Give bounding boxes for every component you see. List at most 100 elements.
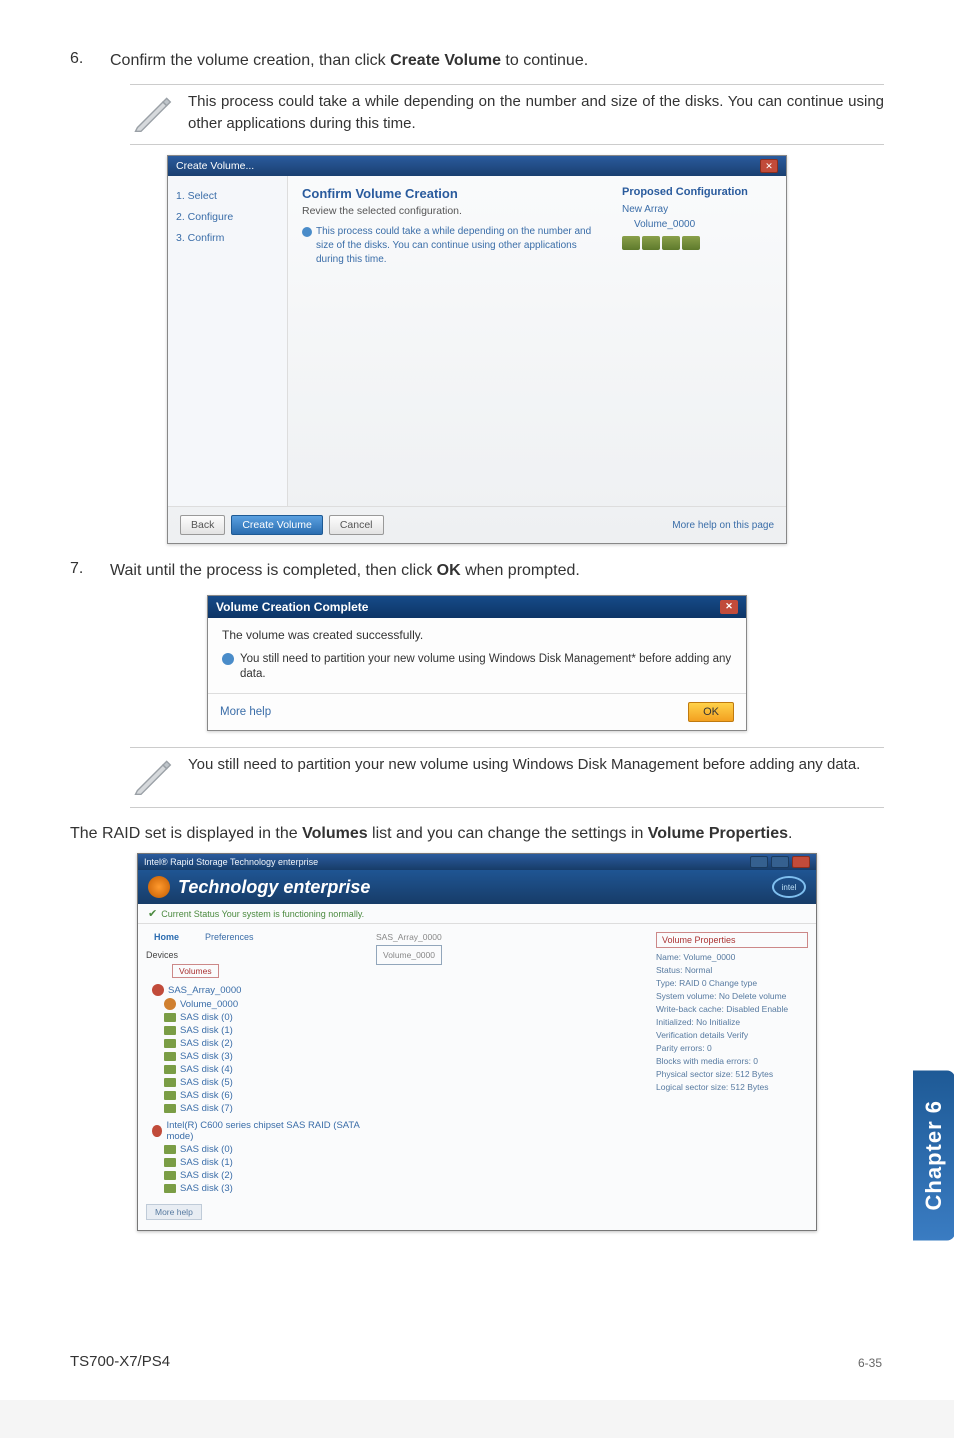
vp-row: System volume: No Delete volume (656, 991, 808, 1002)
tree-disk[interactable]: SAS disk (1) (164, 1025, 360, 1036)
array-label: SAS_Array_0000 (168, 985, 241, 996)
dlg2-msg1: The volume was created successfully. (222, 628, 732, 642)
note2-text: You still need to partition your new vol… (188, 754, 884, 776)
dlg2-titlebar: Volume Creation Complete ✕ (208, 596, 746, 618)
disk-icon (164, 1158, 176, 1167)
tree-array[interactable]: SAS_Array_0000 (152, 984, 360, 996)
close-icon[interactable]: ✕ (720, 600, 738, 614)
center-array-row: SAS_Array_0000 (376, 932, 640, 942)
tree-disk[interactable]: SAS disk (3) (164, 1051, 360, 1062)
dlg1-title-text: Create Volume... (176, 160, 254, 172)
vp-row: Write-back cache: Disabled Enable (656, 1004, 808, 1015)
close-icon[interactable] (792, 856, 810, 868)
dlg1-proposed-panel: Proposed Configuration New Array Volume_… (622, 186, 772, 250)
dlg1-info: This process could take a while dependin… (302, 225, 592, 267)
dlg2-body: The volume was created successfully. You… (208, 618, 746, 693)
volume-label: Volume_0000 (180, 999, 238, 1010)
close-icon[interactable]: ✕ (760, 159, 778, 173)
note-block-2: You still need to partition your new vol… (130, 747, 884, 808)
disk-label: SAS disk (2) (180, 1170, 233, 1181)
dlg3-right-panel: Volume Properties Name: Volume_0000 Stat… (648, 924, 816, 1230)
wizard-step-configure: 2. Configure (176, 207, 279, 228)
vp-row: Verification details Verify (656, 1030, 808, 1041)
disk-icon (164, 1145, 176, 1154)
step-7: 7. Wait until the process is completed, … (70, 560, 884, 582)
array-icon (152, 984, 164, 996)
dlg3-titlebar: Intel® Rapid Storage Technology enterpri… (138, 854, 816, 870)
disk-icon (164, 1052, 176, 1061)
tree-disk[interactable]: SAS disk (2) (164, 1038, 360, 1049)
screenshot-rst-main: Intel® Rapid Storage Technology enterpri… (70, 853, 884, 1231)
center-volume-pane: Volume_0000 (376, 945, 442, 965)
tab-home[interactable]: Home (146, 930, 187, 944)
disk-icon (682, 236, 700, 250)
tree-disk[interactable]: SAS disk (7) (164, 1103, 360, 1114)
para-t1: The RAID set is displayed in the (70, 825, 302, 842)
cancel-button[interactable]: Cancel (329, 515, 384, 535)
tree-volume[interactable]: Volume_0000 (164, 998, 360, 1010)
step7-text-after: when prompted. (461, 562, 580, 579)
logo-icon (148, 876, 170, 898)
tree-disk[interactable]: SAS disk (3) (164, 1183, 360, 1194)
dlg3-banner: Technology enterprise intel (138, 870, 816, 904)
disk-icon (164, 1026, 176, 1035)
disk-label: SAS disk (3) (180, 1051, 233, 1062)
raid-paragraph: The RAID set is displayed in the Volumes… (70, 822, 884, 845)
dlg3-title-text: Intel® Rapid Storage Technology enterpri… (144, 857, 318, 867)
disk-icon (164, 1184, 176, 1193)
step6-number: 6. (70, 50, 110, 68)
tree-disk[interactable]: SAS disk (6) (164, 1090, 360, 1101)
dlg1-footer: Back Create Volume Cancel More help on t… (168, 506, 786, 543)
step7-number: 7. (70, 560, 110, 578)
tree-controller[interactable]: Intel(R) C600 series chipset SAS RAID (S… (152, 1120, 360, 1142)
chapter-tab: Chapter 6 (913, 1070, 954, 1240)
window-buttons (750, 856, 810, 868)
disk-label: SAS disk (1) (180, 1025, 233, 1036)
vp-row: Status: Normal (656, 965, 808, 976)
step7-text-before: Wait until the process is completed, the… (110, 562, 437, 579)
disk-icons (622, 236, 772, 250)
disk-icon (164, 1039, 176, 1048)
dlg1-sidebar: 1. Select 2. Configure 3. Confirm (168, 176, 288, 506)
tree-disk[interactable]: SAS disk (5) (164, 1077, 360, 1088)
more-help-link[interactable]: More help (220, 706, 271, 718)
more-help-button[interactable]: More help (146, 1204, 202, 1220)
footer-page-number: 6-35 (858, 1356, 882, 1370)
minimize-icon[interactable] (750, 856, 768, 868)
tab-preferences[interactable]: Preferences (197, 930, 262, 944)
disk-label: SAS disk (6) (180, 1090, 233, 1101)
disk-icon (164, 1013, 176, 1022)
note1-text: This process could take a while dependin… (188, 91, 884, 135)
vp-row: Logical sector size: 512 Bytes (656, 1082, 808, 1093)
disk-label: SAS disk (2) (180, 1038, 233, 1049)
volume-properties-header: Volume Properties (656, 932, 808, 948)
rst-logo: Technology enterprise (148, 876, 370, 898)
screenshot-volume-complete: Volume Creation Complete ✕ The volume wa… (70, 595, 884, 731)
page-footer: TS700-X7/PS4 6-35 (70, 1353, 882, 1370)
note-block-1: This process could take a while dependin… (130, 84, 884, 145)
tree-disk[interactable]: SAS disk (2) (164, 1170, 360, 1181)
dlg3-left-panel: Home Preferences Devices Volumes SAS_Arr… (138, 924, 368, 1230)
step7-text: Wait until the process is completed, the… (110, 560, 884, 582)
footer-model: TS700-X7/PS4 (70, 1353, 170, 1370)
disk-icon (164, 1091, 176, 1100)
disk-icon (164, 1065, 176, 1074)
vp-row: Initialized: No Initialize (656, 1017, 808, 1028)
tree-disk[interactable]: SAS disk (0) (164, 1012, 360, 1023)
disk-label: SAS disk (0) (180, 1012, 233, 1023)
ok-button[interactable]: OK (688, 702, 734, 722)
create-volume-button[interactable]: Create Volume (231, 515, 322, 535)
back-button[interactable]: Back (180, 515, 225, 535)
tree-disk[interactable]: SAS disk (1) (164, 1157, 360, 1168)
tree-disk[interactable]: SAS disk (4) (164, 1064, 360, 1075)
vp-row: Blocks with media errors: 0 (656, 1056, 808, 1067)
step6-text-before: Confirm the volume creation, than click (110, 52, 390, 69)
more-help-link[interactable]: More help on this page (672, 520, 774, 531)
tree-disk[interactable]: SAS disk (0) (164, 1144, 360, 1155)
dlg1-titlebar: Create Volume... ✕ (168, 156, 786, 176)
maximize-icon[interactable] (771, 856, 789, 868)
disk-icon (164, 1078, 176, 1087)
banner-sub: Technology enterprise (178, 877, 370, 898)
vp-row: Parity errors: 0 (656, 1043, 808, 1054)
intel-logo-icon: intel (772, 876, 806, 898)
